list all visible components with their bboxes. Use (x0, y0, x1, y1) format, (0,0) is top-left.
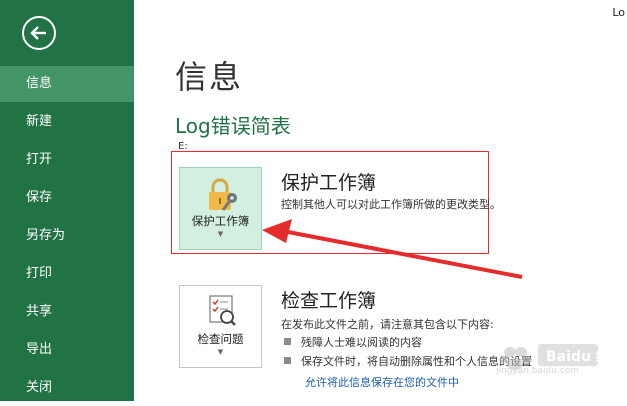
allow-save-info-link[interactable]: 允许将此信息保存在您的文件中 (305, 374, 459, 390)
protect-workbook-button[interactable]: 保护工作簿 ▼ (179, 167, 262, 250)
back-button[interactable] (22, 16, 56, 50)
check-issues-button[interactable]: 检查问题 ▼ (179, 285, 262, 368)
lock-key-icon (209, 178, 237, 211)
nav-item-info[interactable]: 信息 (0, 66, 134, 102)
dropdown-caret-icon: ▼ (217, 230, 224, 238)
protect-workbook-tile-label: 保护工作簿 (191, 214, 250, 228)
nav-item-new[interactable]: 新建 (0, 104, 134, 140)
page-title: 信息 (175, 58, 244, 96)
nav-item-open[interactable]: 打开 (0, 142, 134, 178)
list-item-text: 残障人士难以阅读的内容 (301, 336, 422, 349)
check-issues-tile-label: 检查问题 (197, 332, 244, 346)
inspect-workbook-heading: 检查工作簿 (281, 290, 377, 312)
nav-item-print[interactable]: 打印 (0, 256, 134, 292)
nav-item-export[interactable]: 导出 (0, 332, 134, 368)
back-arrow-icon (30, 26, 46, 40)
nav-item-share[interactable]: 共享 (0, 294, 134, 330)
inspect-workbook-description: 在发布此文件之前，请注意其包含以下内容: (281, 318, 494, 331)
bullet-square-icon (284, 338, 291, 345)
nav-item-save[interactable]: 保存 (0, 180, 134, 216)
dropdown-caret-icon: ▼ (217, 348, 224, 356)
list-item: 残障人士难以阅读的内容 (284, 334, 422, 350)
protect-workbook-heading: 保护工作簿 (281, 172, 377, 194)
inspect-document-icon (209, 295, 236, 326)
document-name: Log错误简表 (175, 114, 291, 138)
watermark-url: jingyan.baidu.com (496, 366, 580, 376)
protect-workbook-description: 控制其他人可以对此工作簿所做的更改类型。 (281, 198, 501, 211)
nav-item-save-as[interactable]: 另存为 (0, 218, 134, 254)
backstage-sidebar: 信息 新建 打开 保存 另存为 打印 共享 导出 关闭 (0, 0, 134, 401)
bullet-square-icon (284, 357, 291, 364)
baidu-jingyan-watermark: Baidu 经验 jingyan.baidu.com (488, 338, 618, 385)
window-title-fragment: Lo (612, 6, 625, 19)
